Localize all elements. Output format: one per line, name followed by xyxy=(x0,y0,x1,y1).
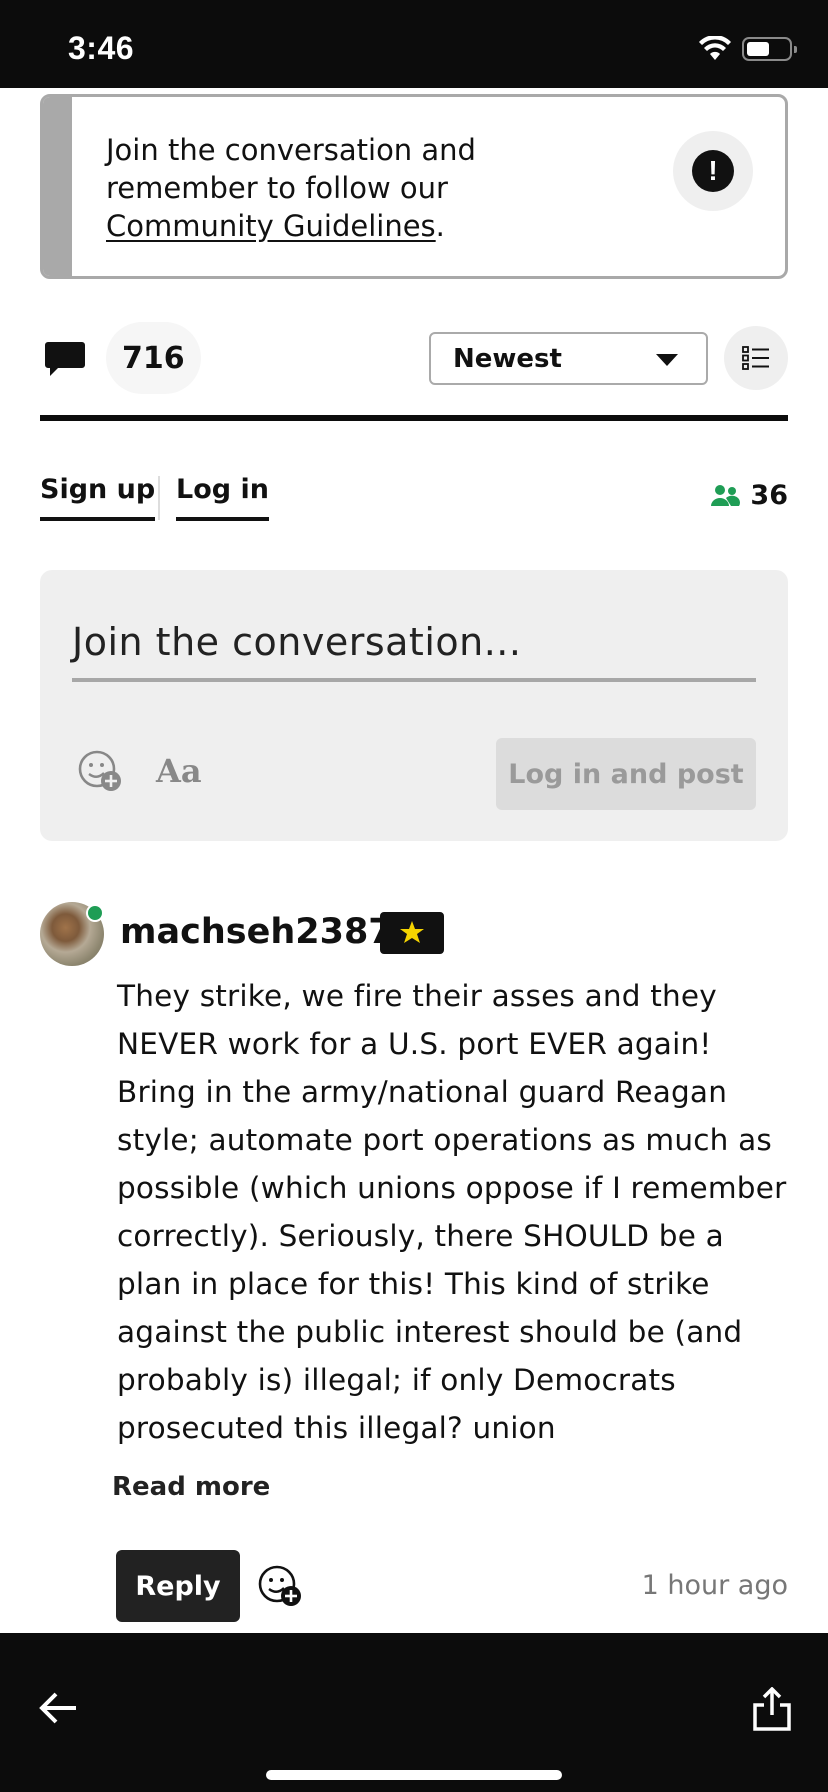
auth-row: Sign up Log in 36 xyxy=(40,474,788,532)
guidelines-intro: Join the conversation and remember to fo… xyxy=(106,133,476,205)
sort-dropdown[interactable]: Newest xyxy=(429,332,708,385)
share-icon xyxy=(753,1686,791,1731)
viewer-count: 36 xyxy=(750,480,788,511)
home-indicator xyxy=(266,1770,562,1780)
avatar[interactable] xyxy=(40,902,104,966)
active-viewers: 36 xyxy=(710,480,788,511)
auth-separator xyxy=(158,476,160,520)
sort-selected-label: Newest xyxy=(453,343,562,374)
wifi-icon xyxy=(699,36,731,60)
comment-body: They strike, we fire their asses and the… xyxy=(117,979,787,1445)
format-text-button[interactable]: Aa xyxy=(156,752,202,790)
emoji-add-icon[interactable] xyxy=(78,750,122,792)
users-icon xyxy=(711,484,741,506)
comment-input[interactable]: Join the conversation... xyxy=(72,620,756,682)
log-in-link[interactable]: Log in xyxy=(176,474,269,521)
status-bar: 3:46 xyxy=(0,0,828,88)
reply-button[interactable]: Reply xyxy=(116,1550,240,1622)
guidelines-card: Join the conversation and remember to fo… xyxy=(40,94,788,279)
comment-count: 716 xyxy=(106,322,201,394)
status-time: 3:46 xyxy=(68,30,135,66)
arrow-left-icon xyxy=(39,1692,76,1724)
comment-composer: Join the conversation... Aa Log in and p… xyxy=(40,570,788,841)
comment-timestamp: 1 hour ago xyxy=(641,1570,788,1601)
caret-down-icon xyxy=(656,354,678,366)
bottom-toolbar xyxy=(0,1633,828,1792)
exclamation-icon: ! xyxy=(692,150,734,192)
sign-up-link[interactable]: Sign up xyxy=(40,474,156,521)
speech-bubble-icon xyxy=(45,342,85,376)
alert-button[interactable]: ! xyxy=(673,131,753,211)
community-guidelines-link[interactable]: Community Guidelines xyxy=(106,209,436,243)
emoji-react-icon[interactable] xyxy=(258,1565,302,1607)
online-indicator xyxy=(86,904,104,922)
guidelines-period: . xyxy=(435,209,445,243)
read-more-link[interactable]: Read more xyxy=(112,1472,270,1502)
star-badge-icon xyxy=(400,921,424,943)
guidelines-accent-bar xyxy=(43,97,72,276)
list-view-button[interactable] xyxy=(724,326,788,390)
share-button[interactable] xyxy=(752,1686,792,1735)
list-icon xyxy=(742,346,769,370)
guidelines-text: Join the conversation and remember to fo… xyxy=(106,131,546,245)
back-button[interactable] xyxy=(38,1691,78,1729)
user-badge xyxy=(380,912,444,954)
comments-header: 716 Newest xyxy=(40,322,788,396)
battery-icon xyxy=(742,37,797,61)
log-in-and-post-button[interactable]: Log in and post xyxy=(496,738,756,810)
status-icons xyxy=(698,36,797,62)
composer-tools: Aa xyxy=(78,750,202,792)
header-divider xyxy=(40,415,788,421)
comment-username[interactable]: machseh2387 xyxy=(120,912,393,952)
